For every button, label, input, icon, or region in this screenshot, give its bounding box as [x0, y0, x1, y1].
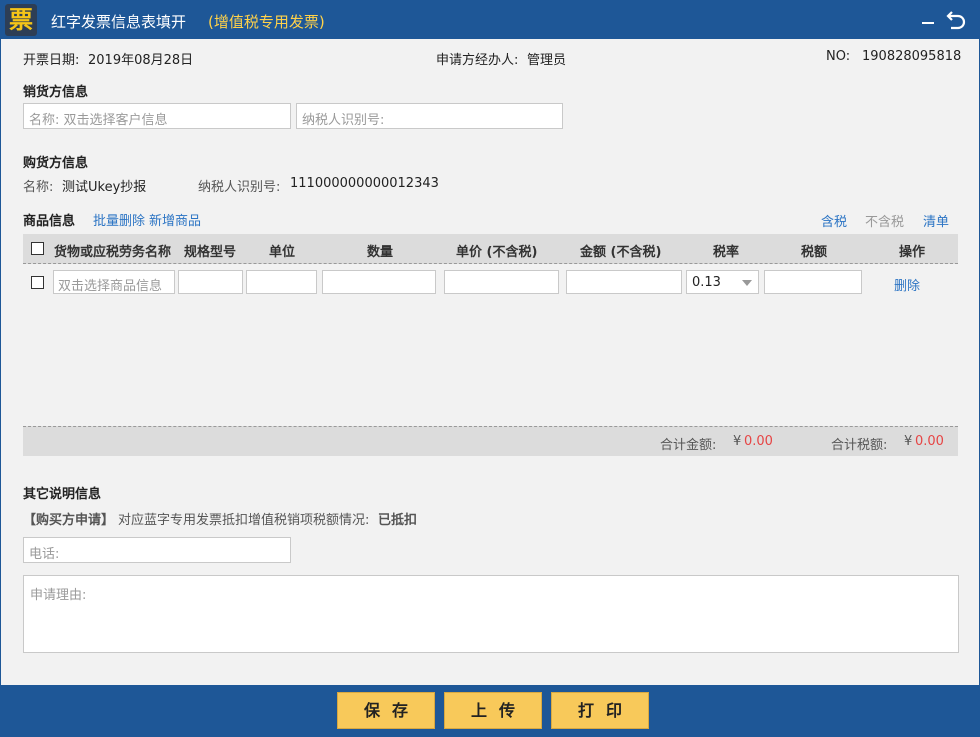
col-amount: 金额 (不含税) [580, 245, 662, 260]
buyer-name-value: 测试Ukey抄报 [62, 180, 147, 195]
item-tax-amount-input[interactable] [764, 270, 862, 294]
tax-rate-select[interactable]: 0.13 [686, 270, 759, 294]
totals-bar: 合计金额: ¥ 0.00 合计税额: ¥ 0.00 [23, 426, 958, 456]
agent-value: 管理员 [527, 53, 567, 68]
batch-delete-link[interactable]: 批量删除 [93, 210, 145, 229]
item-name-input[interactable]: 双击选择商品信息 [53, 270, 175, 294]
select-all-checkbox[interactable] [31, 242, 44, 255]
window-title: 红字发票信息表填开 [51, 13, 187, 31]
reason-textarea[interactable]: 申请理由: [23, 575, 959, 653]
col-spec: 规格型号 [184, 245, 237, 260]
minimize-icon[interactable] [920, 11, 936, 27]
item-spec-input[interactable] [178, 270, 243, 294]
seller-name-field[interactable]: 名称: 双击选择客户信息 [23, 103, 291, 129]
invoice-no-value: 190828095818 [862, 49, 962, 64]
item-unit-price-input[interactable] [444, 270, 559, 294]
col-unit: 单位 [269, 245, 296, 260]
seller-name-placeholder: 名称: 双击选择客户信息 [29, 113, 168, 128]
total-amount-label: 合计金额: [660, 438, 717, 453]
col-tax-rate: 税率 [713, 245, 740, 260]
tax-rate-value: 0.13 [692, 275, 721, 290]
upload-button[interactable]: 上传 [444, 692, 542, 729]
total-amount-currency: ¥ [733, 434, 742, 449]
clear-link[interactable]: 清单 [923, 211, 949, 230]
form-panel: 开票日期: 2019年08月28日 申请方经办人: 管理员 NO: 190828… [1, 39, 979, 685]
seller-section-title: 销货方信息 [23, 85, 89, 100]
seller-taxid-placeholder: 纳税人识别号: [302, 113, 385, 128]
goods-section-title: 商品信息 [23, 214, 76, 229]
goods-table-header: 货物或应税劳务名称 规格型号 单位 数量 单价 (不含税) 金额 (不含税) 税… [23, 234, 958, 264]
col-action: 操作 [899, 245, 926, 260]
add-item-link[interactable]: 新增商品 [149, 210, 201, 229]
phone-field[interactable]: 电话: [23, 537, 291, 563]
col-tax-amount: 税额 [801, 245, 828, 260]
total-tax-currency: ¥ [904, 434, 913, 449]
deduct-text: 对应蓝字专用发票抵扣增值税销项税额情况: [118, 513, 370, 528]
title-bar: 票 红字发票信息表填开 (增值税专用发票) [0, 0, 980, 39]
print-button[interactable]: 打印 [551, 692, 649, 729]
tax-included-toggle[interactable]: 含税 [821, 211, 847, 230]
total-amount-value: 0.00 [744, 434, 773, 449]
item-amount-input[interactable] [566, 270, 682, 294]
buyer-taxid-label: 纳税人识别号: [198, 180, 281, 195]
total-tax-value: 0.00 [915, 434, 944, 449]
total-tax-label: 合计税额: [831, 438, 888, 453]
buyer-section-title: 购货方信息 [23, 156, 89, 171]
invoice-logo-icon: 票 [5, 4, 37, 36]
tax-excluded-toggle[interactable]: 不含税 [865, 211, 904, 230]
row-checkbox[interactable] [31, 276, 44, 289]
invoice-date-value: 2019年08月28日 [88, 53, 194, 68]
window-subtitle: (增值税专用发票) [208, 13, 325, 31]
phone-placeholder: 电话: [29, 547, 60, 562]
col-quantity: 数量 [367, 245, 394, 260]
other-section-title: 其它说明信息 [23, 487, 102, 502]
agent-label: 申请方经办人: [436, 53, 519, 68]
save-button[interactable]: 保存 [337, 692, 435, 729]
row-delete-link[interactable]: 删除 [894, 275, 920, 294]
reason-placeholder: 申请理由: [30, 588, 87, 603]
invoice-no-label: NO: [826, 49, 851, 64]
buyer-taxid-value: 111000000000012343 [290, 176, 439, 191]
seller-taxid-field[interactable]: 纳税人识别号: [296, 103, 563, 129]
buyer-name-label: 名称: [23, 180, 54, 195]
item-quantity-input[interactable] [322, 270, 436, 294]
item-name-placeholder: 双击选择商品信息 [58, 279, 163, 294]
deduct-status: 已抵扣 [378, 513, 418, 528]
back-arrow-icon[interactable] [944, 7, 968, 31]
invoice-date-label: 开票日期: [23, 53, 80, 68]
col-name: 货物或应税劳务名称 [54, 245, 172, 260]
item-unit-input[interactable] [246, 270, 317, 294]
chevron-down-icon [742, 280, 752, 286]
buyer-apply-tag: 【购买方申请】 [23, 513, 115, 528]
col-unit-price: 单价 (不含税) [456, 245, 538, 260]
